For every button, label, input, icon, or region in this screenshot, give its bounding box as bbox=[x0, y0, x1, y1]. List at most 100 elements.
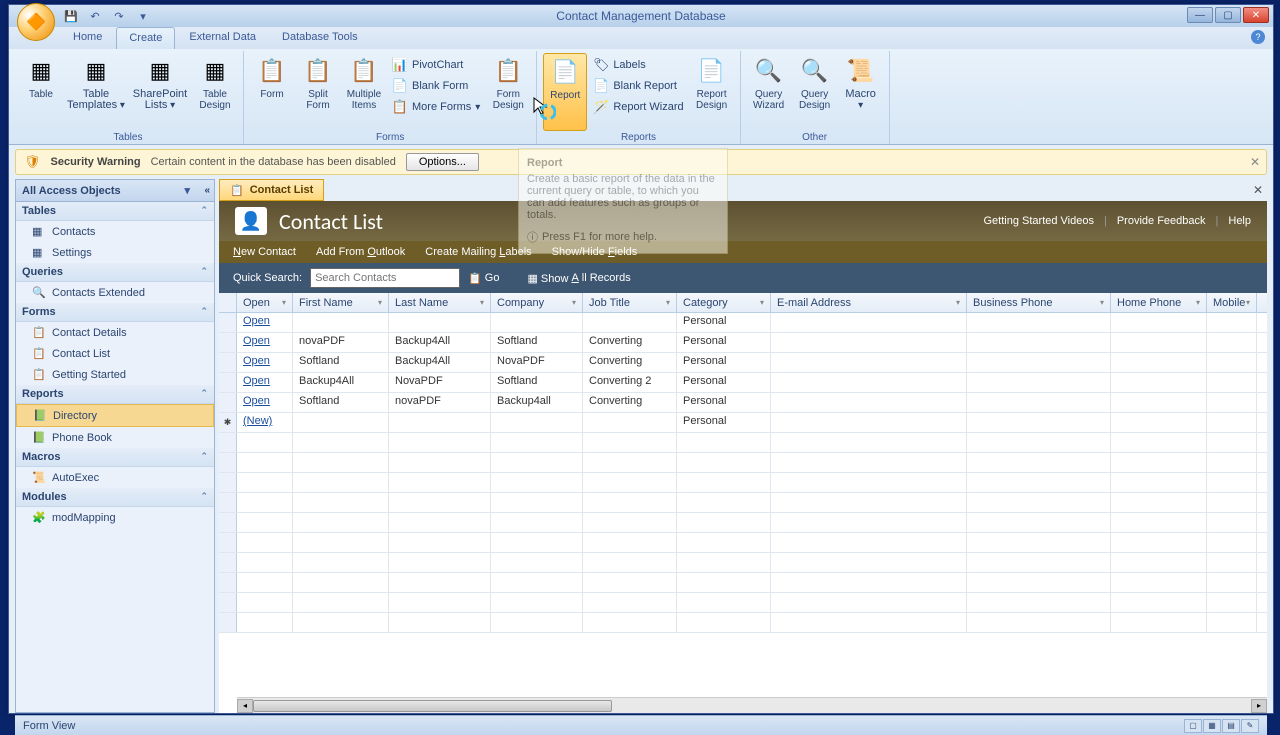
row-selector[interactable] bbox=[219, 373, 237, 392]
horizontal-scrollbar[interactable]: ◂ ▸ bbox=[237, 697, 1267, 713]
office-button[interactable]: 🔶 bbox=[17, 3, 55, 41]
close-button[interactable]: ✕ bbox=[1243, 7, 1269, 23]
minimize-button[interactable]: — bbox=[1187, 7, 1213, 23]
scroll-right-icon[interactable]: ▸ bbox=[1251, 699, 1267, 713]
nav-item-directory[interactable]: 📗Directory bbox=[16, 404, 214, 427]
multiple-items-button[interactable]: 📋Multiple Items bbox=[342, 53, 386, 131]
create-labels-button[interactable]: Create Mailing Labels bbox=[425, 246, 531, 258]
column-job-title[interactable]: Job Title▾ bbox=[583, 293, 677, 312]
blank-report-button[interactable]: 📄Blank Report bbox=[589, 76, 687, 96]
pivotchart-button[interactable]: 📊PivotChart bbox=[388, 55, 484, 75]
link-getting-started[interactable]: Getting Started Videos bbox=[984, 215, 1094, 227]
cell[interactable]: Personal bbox=[677, 413, 771, 432]
nav-item-phone-book[interactable]: 📗Phone Book bbox=[16, 427, 214, 448]
undo-icon[interactable]: ↶ bbox=[85, 7, 105, 25]
new-row[interactable]: ✱(New)Personal bbox=[219, 413, 1267, 433]
nav-group-tables[interactable]: Tables⌃ bbox=[16, 202, 214, 221]
save-icon[interactable]: 💾 bbox=[61, 7, 81, 25]
go-button[interactable]: 📋 Go bbox=[468, 272, 499, 285]
redo-icon[interactable]: ↷ bbox=[109, 7, 129, 25]
labels-button[interactable]: 🏷Labels bbox=[589, 55, 687, 75]
table-row[interactable]: OpennovaPDFBackup4AllSoftlandConvertingP… bbox=[219, 333, 1267, 353]
form-button[interactable]: 📋Form bbox=[250, 53, 294, 131]
table-templates-button[interactable]: ▦Table Templates ▾ bbox=[65, 53, 127, 131]
cell[interactable] bbox=[583, 413, 677, 432]
macro-button[interactable]: 📜Macro▾ bbox=[839, 53, 883, 131]
cell[interactable] bbox=[491, 413, 583, 432]
nav-group-forms[interactable]: Forms⌃ bbox=[16, 303, 214, 322]
tab-create[interactable]: Create bbox=[116, 27, 175, 49]
view-design-button[interactable]: ✎ bbox=[1241, 719, 1259, 733]
nav-item-contact-details[interactable]: 📋Contact Details bbox=[16, 322, 214, 343]
nav-item-contacts[interactable]: ▦Contacts bbox=[16, 221, 214, 242]
column-business-phone[interactable]: Business Phone▾ bbox=[967, 293, 1111, 312]
column-open[interactable]: Open▾ bbox=[237, 293, 293, 312]
scroll-left-icon[interactable]: ◂ bbox=[237, 699, 253, 713]
table-button[interactable]: ▦Table bbox=[19, 53, 63, 131]
blank-form-button[interactable]: 📄Blank Form bbox=[388, 76, 484, 96]
nav-item-autoexec[interactable]: 📜AutoExec bbox=[16, 467, 214, 488]
nav-group-queries[interactable]: Queries⌃ bbox=[16, 263, 214, 282]
new-contact-button[interactable]: New Contact bbox=[233, 246, 296, 258]
table-row[interactable]: OpenPersonal bbox=[219, 313, 1267, 333]
cell[interactable] bbox=[771, 413, 967, 432]
report-button[interactable]: 📄Report bbox=[543, 53, 587, 131]
nav-group-macros[interactable]: Macros⌃ bbox=[16, 448, 214, 467]
report-design-button[interactable]: 📄Report Design bbox=[690, 53, 734, 131]
doc-close-icon[interactable]: ✕ bbox=[1253, 183, 1263, 197]
nav-item-contacts-extended[interactable]: 🔍Contacts Extended bbox=[16, 282, 214, 303]
row-selector[interactable] bbox=[219, 353, 237, 372]
column-mobile[interactable]: Mobile▾ bbox=[1207, 293, 1257, 312]
cell[interactable]: Open bbox=[237, 373, 293, 392]
add-from-outlook-button[interactable]: Add From Outlook bbox=[316, 246, 405, 258]
table-design-button[interactable]: ▦Table Design bbox=[193, 53, 237, 131]
nav-item-contact-list[interactable]: 📋Contact List bbox=[16, 343, 214, 364]
tab-home[interactable]: Home bbox=[61, 27, 114, 49]
link-provide-feedback[interactable]: Provide Feedback bbox=[1117, 215, 1206, 227]
table-row[interactable]: OpenBackup4AllNovaPDFSoftlandConverting … bbox=[219, 373, 1267, 393]
column-first-name[interactable]: First Name▾ bbox=[293, 293, 389, 312]
cell[interactable]: Open bbox=[237, 353, 293, 372]
view-form-button[interactable]: ▢ bbox=[1184, 719, 1202, 733]
security-close-icon[interactable]: ✕ bbox=[1250, 155, 1260, 169]
report-wizard-button[interactable]: 🪄Report Wizard bbox=[589, 97, 687, 117]
show-all-button[interactable]: ▦ Show All Records bbox=[527, 272, 630, 285]
column-home-phone[interactable]: Home Phone▾ bbox=[1111, 293, 1207, 312]
collapse-icon[interactable]: « bbox=[204, 185, 210, 196]
row-selector[interactable] bbox=[219, 393, 237, 412]
split-form-button[interactable]: 📋Split Form bbox=[296, 53, 340, 131]
query-wizard-button[interactable]: 🔍Query Wizard bbox=[747, 53, 791, 131]
more-forms-button[interactable]: 📋More Forms ▾ bbox=[388, 97, 484, 117]
column-e-mail-address[interactable]: E-mail Address▾ bbox=[771, 293, 967, 312]
cell[interactable] bbox=[1111, 413, 1207, 432]
sharepoint-lists-button[interactable]: ▦SharePoint Lists ▾ bbox=[129, 53, 191, 131]
column-company[interactable]: Company▾ bbox=[491, 293, 583, 312]
cell[interactable] bbox=[967, 413, 1111, 432]
search-input[interactable] bbox=[310, 268, 460, 288]
column-last-name[interactable]: Last Name▾ bbox=[389, 293, 491, 312]
cell[interactable]: Open bbox=[237, 393, 293, 412]
table-row[interactable]: OpenSoftlandnovaPDFBackup4allConvertingP… bbox=[219, 393, 1267, 413]
cell[interactable]: (New) bbox=[237, 413, 293, 432]
nav-group-modules[interactable]: Modules⌃ bbox=[16, 488, 214, 507]
cell[interactable]: Open bbox=[237, 333, 293, 352]
help-icon[interactable]: ? bbox=[1251, 30, 1265, 44]
column-category[interactable]: Category▾ bbox=[677, 293, 771, 312]
query-design-button[interactable]: 🔍Query Design bbox=[793, 53, 837, 131]
cell[interactable] bbox=[293, 413, 389, 432]
security-options-button[interactable]: Options... bbox=[406, 153, 479, 171]
view-layout-button[interactable]: ▤ bbox=[1222, 719, 1240, 733]
cell[interactable]: Open bbox=[237, 313, 293, 332]
nav-item-settings[interactable]: ▦Settings bbox=[16, 242, 214, 263]
nav-item-getting-started[interactable]: 📋Getting Started bbox=[16, 364, 214, 385]
table-row[interactable]: OpenSoftlandBackup4AllNovaPDFConvertingP… bbox=[219, 353, 1267, 373]
form-design-button[interactable]: 📋Form Design bbox=[486, 53, 530, 131]
nav-header[interactable]: All Access Objects ▾ « bbox=[16, 180, 214, 202]
cell[interactable] bbox=[389, 413, 491, 432]
row-selector[interactable] bbox=[219, 313, 237, 332]
cell[interactable] bbox=[1207, 413, 1257, 432]
tab-database-tools[interactable]: Database Tools bbox=[270, 27, 370, 49]
tab-external-data[interactable]: External Data bbox=[177, 27, 268, 49]
scroll-thumb[interactable] bbox=[253, 700, 612, 712]
nav-item-modmapping[interactable]: 🧩modMapping bbox=[16, 507, 214, 528]
